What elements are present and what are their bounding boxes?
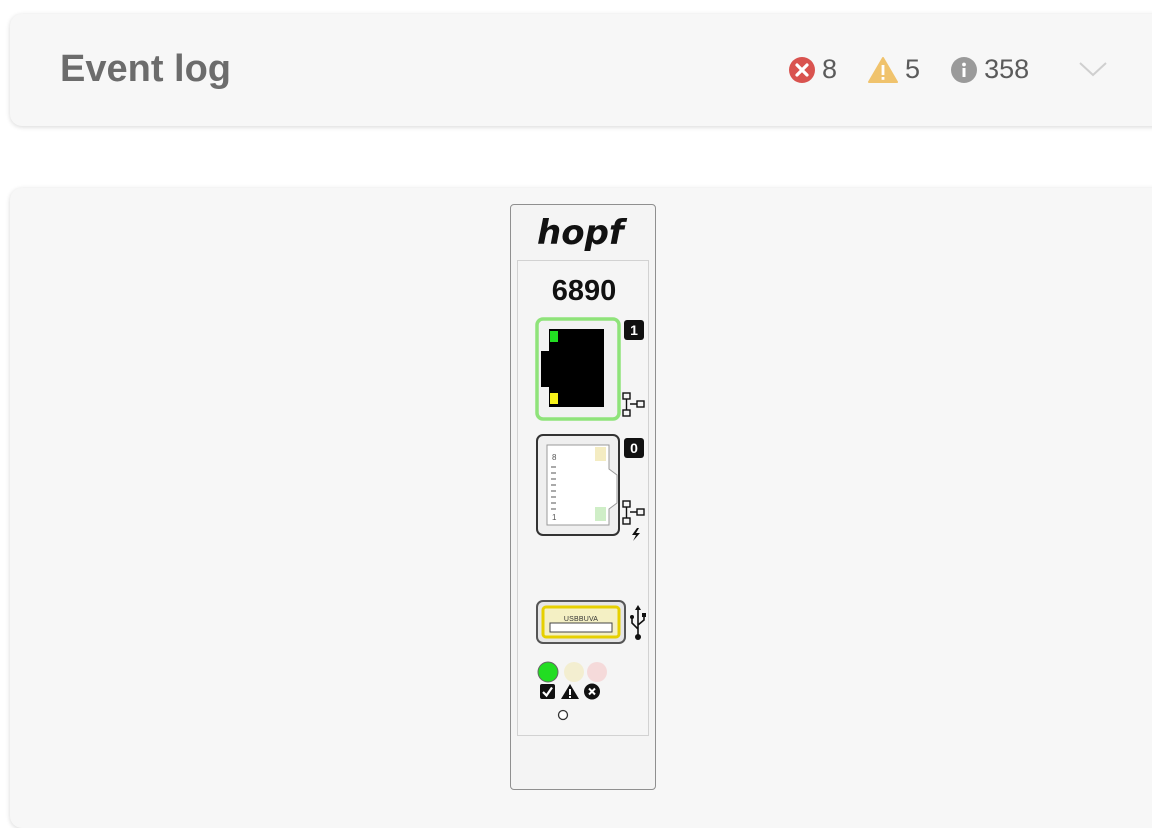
error-counter[interactable]: 8 <box>788 54 837 85</box>
ethernet-port-0[interactable] <box>535 433 627 541</box>
chevron-down-icon[interactable] <box>1078 59 1108 79</box>
device-card: hopf 6890 1 8 1 0 USBBUVA <box>10 188 1152 828</box>
reset-button[interactable] <box>556 708 570 722</box>
led-error <box>587 662 607 682</box>
led-warning <box>564 662 584 682</box>
info-count: 358 <box>984 54 1030 84</box>
warning-counter[interactable]: 5 <box>867 54 920 85</box>
event-counters: 8 5 358 <box>788 54 1059 85</box>
led-legend <box>540 683 600 700</box>
event-log-title: Event log <box>60 48 232 90</box>
svg-text:hopf: hopf <box>537 213 628 253</box>
ethernet-port-1[interactable] <box>535 317 627 423</box>
check-icon <box>540 684 555 699</box>
network-power-icon <box>622 500 645 541</box>
warning-triangle-icon <box>868 56 899 83</box>
device-model: 6890 <box>551 275 617 307</box>
port-1-badge: 1 <box>624 320 644 340</box>
network-icon <box>622 392 645 417</box>
usb-port[interactable] <box>535 599 627 647</box>
pin-1-label: 1 <box>552 513 557 522</box>
usb-icon <box>630 605 646 640</box>
pin-8-label: 8 <box>552 453 557 462</box>
led-ok <box>537 661 559 683</box>
error-count: 8 <box>822 54 838 84</box>
info-counter[interactable]: 358 <box>950 54 1029 85</box>
info-circle-icon <box>951 56 978 83</box>
port-0-badge: 0 <box>624 438 644 458</box>
hopf-logo: hopf <box>537 213 628 253</box>
port-1-number: 1 <box>630 322 638 338</box>
device-panel: hopf 6890 1 8 1 0 USBBUVA <box>510 204 656 790</box>
port-0-number: 0 <box>630 440 638 456</box>
warning-count: 5 <box>905 54 921 84</box>
usb-label: USBBUVA <box>563 616 599 623</box>
event-log-card[interactable]: Event log 8 5 358 <box>10 14 1152 126</box>
status-leds <box>537 661 607 683</box>
error-circle-icon <box>789 56 815 83</box>
